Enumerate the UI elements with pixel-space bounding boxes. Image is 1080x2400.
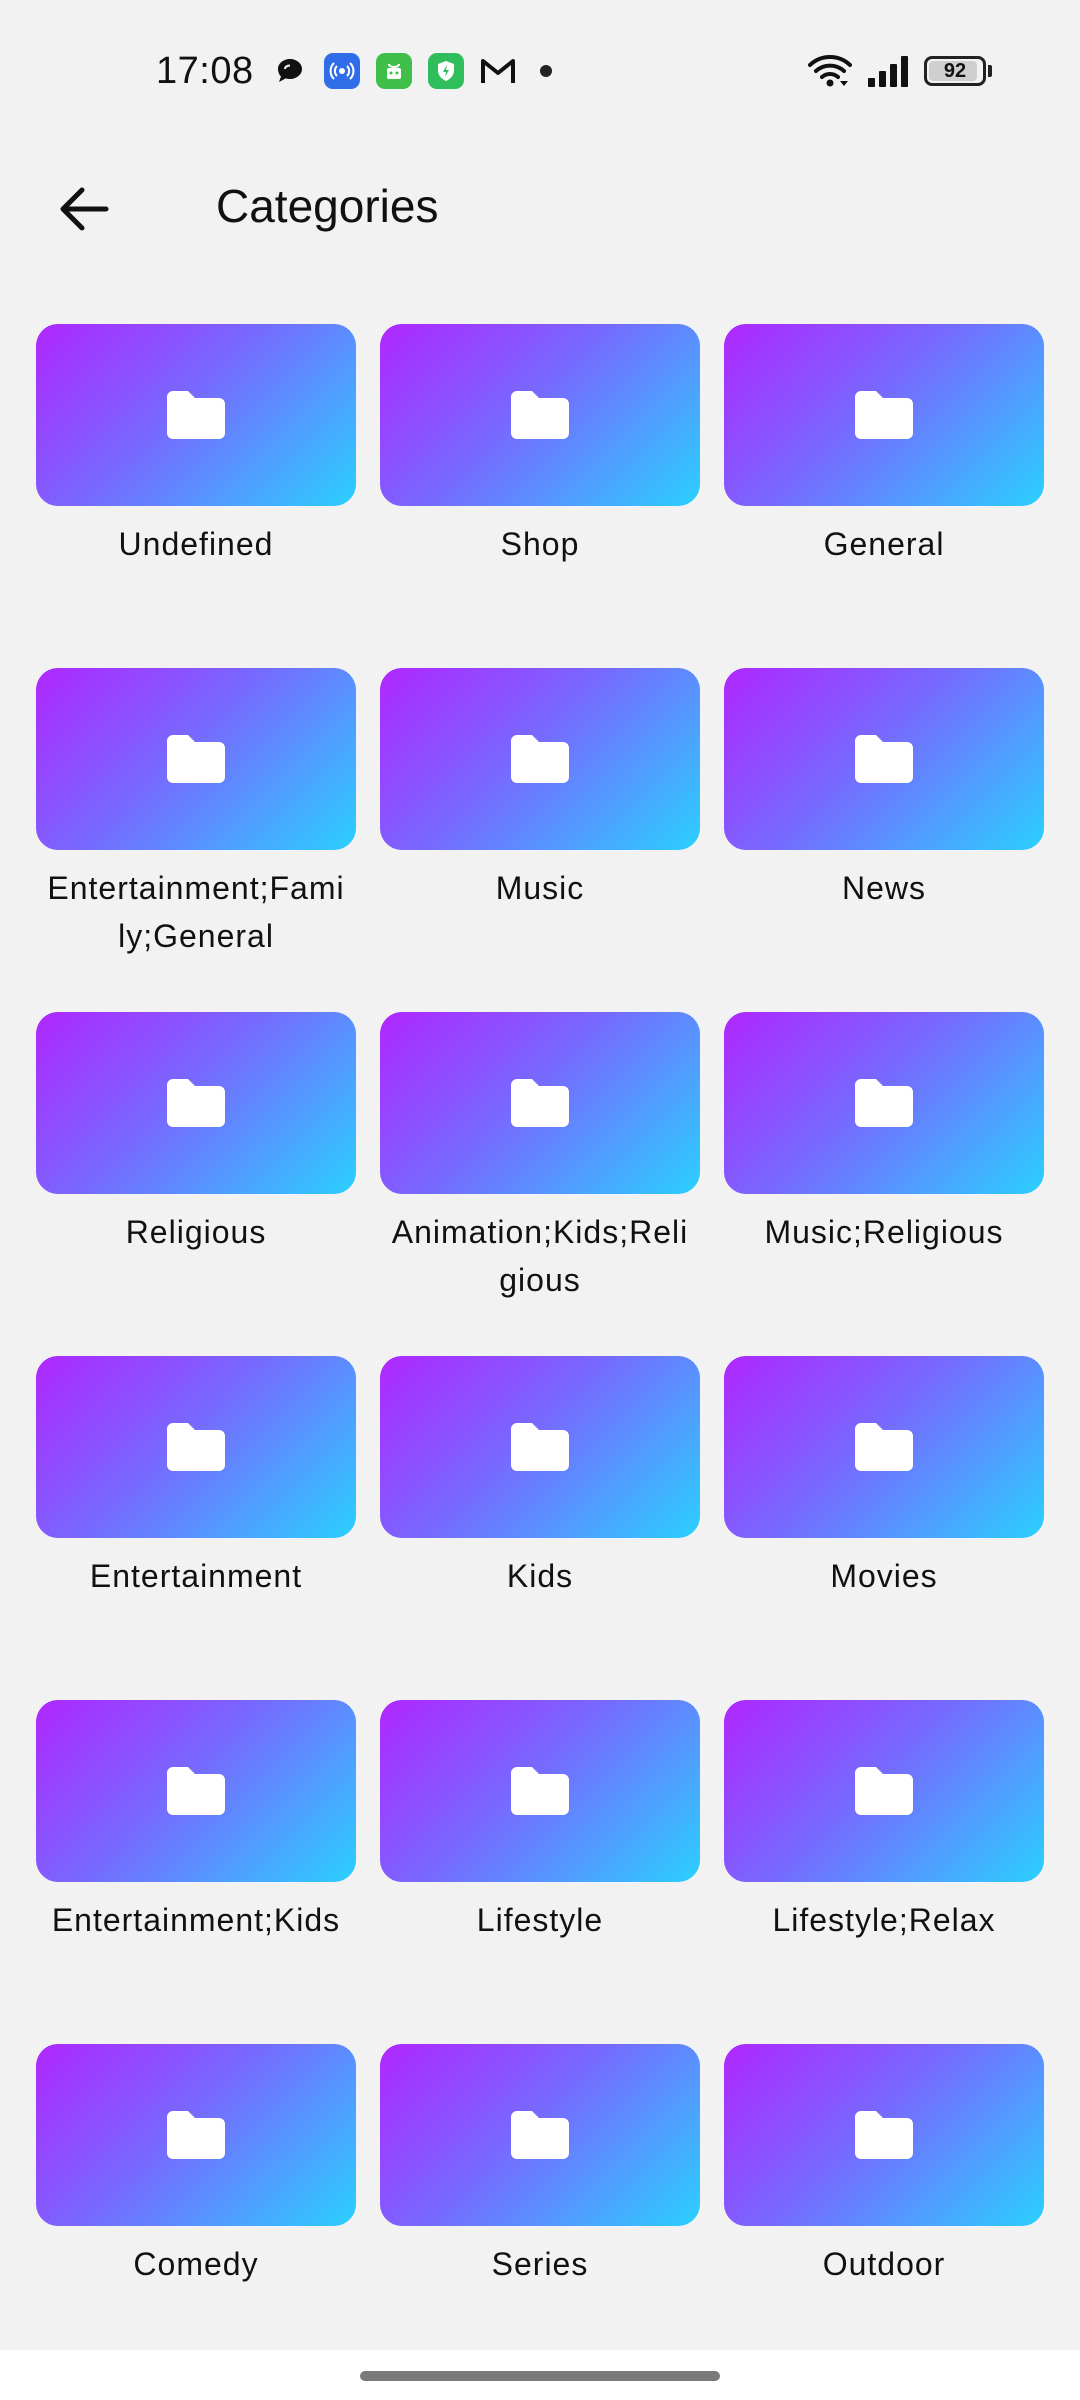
- category-card[interactable]: [380, 1700, 700, 1882]
- category-tile-11[interactable]: Movies: [724, 1356, 1044, 1700]
- category-label: Music;Religious: [764, 1214, 1004, 1250]
- battery-icon: 92: [924, 56, 986, 86]
- folder-icon: [511, 1767, 569, 1815]
- back-button[interactable]: [44, 169, 124, 249]
- folder-icon: [167, 1423, 225, 1471]
- signal-icon: [866, 54, 910, 88]
- category-tile-2[interactable]: General: [724, 324, 1044, 668]
- category-tile-14[interactable]: Lifestyle;Relax: [724, 1700, 1044, 2044]
- folder-icon: [511, 391, 569, 439]
- folder-icon: [855, 2111, 913, 2159]
- home-indicator[interactable]: [360, 2371, 720, 2381]
- category-label: Shop: [500, 526, 580, 562]
- shield-bolt-icon: [428, 53, 464, 89]
- folder-icon: [167, 1767, 225, 1815]
- category-card[interactable]: [724, 324, 1044, 506]
- gmail-icon: [480, 56, 516, 86]
- folder-icon: [855, 1423, 913, 1471]
- category-tile-7[interactable]: Animation;Kids;Religious: [380, 1012, 700, 1356]
- category-tile-1[interactable]: Shop: [380, 324, 700, 668]
- category-card[interactable]: [724, 1012, 1044, 1194]
- category-label: Outdoor: [822, 2246, 946, 2282]
- category-label: Lifestyle: [476, 1902, 604, 1938]
- category-card[interactable]: [36, 668, 356, 850]
- category-label: Entertainment: [89, 1558, 303, 1594]
- category-card[interactable]: [724, 668, 1044, 850]
- category-label: Series: [491, 2246, 589, 2282]
- category-card[interactable]: [36, 1356, 356, 1538]
- category-label: Kids: [506, 1558, 574, 1594]
- category-tile-13[interactable]: Lifestyle: [380, 1700, 700, 2044]
- category-card[interactable]: [36, 1012, 356, 1194]
- folder-icon: [167, 1079, 225, 1127]
- category-tile-6[interactable]: Religious: [36, 1012, 356, 1356]
- folder-icon: [855, 1767, 913, 1815]
- chat-bubble-icon: [272, 53, 308, 89]
- category-tile-5[interactable]: News: [724, 668, 1044, 1012]
- category-label: Music: [495, 870, 585, 906]
- folder-icon: [511, 2111, 569, 2159]
- category-tile-12[interactable]: Entertainment;Kids: [36, 1700, 356, 2044]
- category-label: Entertainment;Family;General: [47, 870, 345, 954]
- category-card[interactable]: [36, 324, 356, 506]
- store-bag-icon: [376, 53, 412, 89]
- category-card[interactable]: [380, 324, 700, 506]
- category-tile-3[interactable]: Entertainment;Family;General: [36, 668, 356, 1012]
- battery-percentage: 92: [943, 59, 967, 82]
- folder-icon: [167, 2111, 225, 2159]
- category-tile-9[interactable]: Entertainment: [36, 1356, 356, 1700]
- folder-icon: [167, 391, 225, 439]
- folder-icon: [511, 735, 569, 783]
- category-label: Animation;Kids;Religious: [391, 1214, 689, 1298]
- broadcast-icon: [324, 53, 360, 89]
- category-card[interactable]: [36, 1700, 356, 1882]
- wifi-icon: [808, 53, 852, 89]
- category-card[interactable]: [380, 1012, 700, 1194]
- category-card[interactable]: [724, 1356, 1044, 1538]
- status-bar: 17:08 92: [0, 0, 1080, 140]
- category-card[interactable]: [36, 2044, 356, 2226]
- category-card[interactable]: [724, 1700, 1044, 1882]
- more-dot-icon: [540, 65, 552, 77]
- category-tile-17[interactable]: Outdoor: [724, 2044, 1044, 2388]
- folder-icon: [167, 735, 225, 783]
- app-bar: Categories: [0, 140, 1080, 270]
- category-label: News: [841, 870, 926, 906]
- folder-icon: [855, 1079, 913, 1127]
- page-title: Categories: [216, 180, 439, 232]
- category-label: Entertainment;Kids: [51, 1902, 341, 1938]
- category-tile-16[interactable]: Series: [380, 2044, 700, 2388]
- category-label: General: [823, 526, 945, 562]
- navigation-bar: [0, 2350, 1080, 2400]
- category-card[interactable]: [380, 668, 700, 850]
- system-icons: 92: [794, 50, 992, 92]
- battery-cap: [988, 65, 992, 77]
- category-tile-15[interactable]: Comedy: [36, 2044, 356, 2388]
- category-label: Movies: [830, 1558, 938, 1594]
- folder-icon: [511, 1423, 569, 1471]
- category-card[interactable]: [724, 2044, 1044, 2226]
- category-tile-10[interactable]: Kids: [380, 1356, 700, 1700]
- category-tile-4[interactable]: Music: [380, 668, 700, 1012]
- arrow-left-icon: [60, 187, 109, 231]
- folder-icon: [855, 391, 913, 439]
- category-grid: Undefined Shop General Entertainment;Fam…: [36, 324, 1044, 2388]
- status-time: 17:08: [156, 50, 254, 92]
- category-card[interactable]: [380, 1356, 700, 1538]
- folder-icon: [855, 735, 913, 783]
- notification-icons: [272, 51, 568, 91]
- category-tile-0[interactable]: Undefined: [36, 324, 356, 668]
- category-card[interactable]: [380, 2044, 700, 2226]
- category-tile-8[interactable]: Music;Religious: [724, 1012, 1044, 1356]
- category-label: Comedy: [133, 2246, 259, 2282]
- folder-icon: [511, 1079, 569, 1127]
- category-label: Religious: [125, 1214, 267, 1250]
- category-label: Lifestyle;Relax: [772, 1902, 996, 1938]
- category-label: Undefined: [118, 526, 274, 562]
